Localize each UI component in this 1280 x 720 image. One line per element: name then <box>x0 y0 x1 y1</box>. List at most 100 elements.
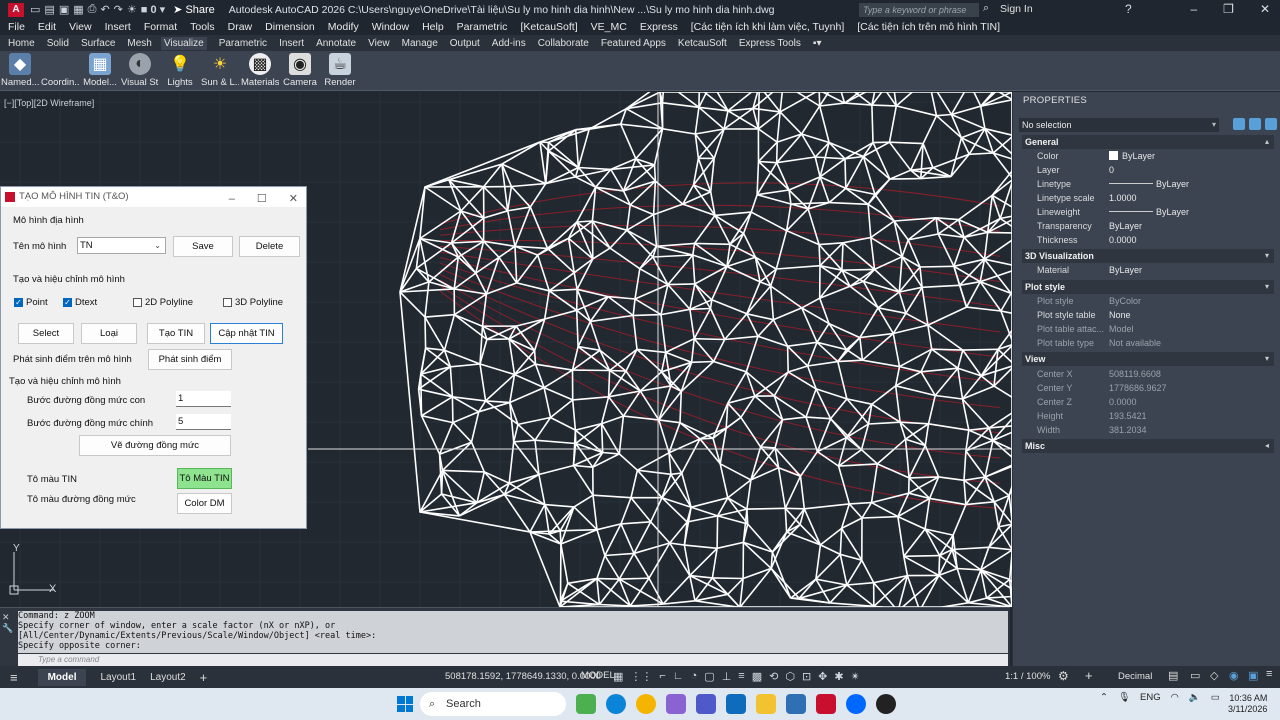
lineweight-icon[interactable]: ≡ <box>738 670 744 683</box>
tab-mesh[interactable]: Mesh <box>127 38 151 49</box>
prop-row[interactable]: Transparency ByLayer <box>1022 219 1274 233</box>
toggle-pickadd-icon[interactable] <box>1233 118 1245 130</box>
language-indicator[interactable]: ENG <box>1140 692 1161 703</box>
prop-row[interactable]: Plot table type Not available <box>1022 336 1274 350</box>
infer-icon[interactable]: ⌐ <box>659 670 665 683</box>
viewport-controls-label[interactable]: [−][Top][2D Wireframe] <box>4 98 94 108</box>
transparency-icon[interactable]: ▩ <box>752 670 762 683</box>
dynamic-ucs-icon[interactable]: ⊡ <box>802 670 811 683</box>
model-name-combo[interactable]: TN ⌄ <box>77 237 166 254</box>
wifi-icon[interactable]: ◠ <box>1171 692 1179 703</box>
undo-icon[interactable]: ↶ <box>100 3 109 16</box>
photos-icon[interactable] <box>666 694 686 714</box>
prop-row[interactable]: Plot style ByColor <box>1022 294 1274 308</box>
chevron-up-icon[interactable]: ⌃ <box>1100 692 1108 703</box>
prop-row[interactable]: Plot table attac... Model <box>1022 322 1274 336</box>
menu-item[interactable]: Help <box>422 21 444 33</box>
tab-ketcausoft[interactable]: KetcauSoft <box>678 38 727 49</box>
sun-button[interactable]: ☀ Sun & L... <box>200 51 240 91</box>
point-checkbox[interactable]: ✓ Point <box>14 297 48 308</box>
redo-icon[interactable]: ↷ <box>114 3 123 16</box>
save-icon[interactable]: ▣ <box>59 3 69 16</box>
isolate-objects-icon[interactable]: ◇ <box>1210 669 1218 682</box>
layer-dropdown[interactable]: ■ 0 ▾ <box>141 3 165 16</box>
section-view[interactable]: View ▾ <box>1022 352 1274 366</box>
render-button[interactable]: ☕ Render <box>320 51 360 91</box>
tab-addins[interactable]: Add-ins <box>492 38 526 49</box>
prop-row[interactable]: Lineweight ByLayer <box>1022 205 1274 219</box>
restore-icon[interactable]: ❐ <box>1223 2 1234 16</box>
section-3d-visualization[interactable]: 3D Visualization ▾ <box>1022 249 1274 263</box>
menu-item[interactable]: Modify <box>328 21 359 33</box>
search-icon[interactable]: ⌕ <box>983 2 989 15</box>
menu-item[interactable]: Draw <box>228 21 253 33</box>
tab-layout1[interactable]: Layout1 <box>100 672 136 683</box>
coordinates-button[interactable]: Coordin... <box>40 51 80 91</box>
autocad-taskbar-icon[interactable] <box>816 694 836 714</box>
tab-manage[interactable]: Manage <box>402 38 438 49</box>
ribbon-toggle-icon[interactable]: ▪▾ <box>813 38 822 49</box>
plus-icon[interactable]: + <box>1085 668 1093 683</box>
autocad-logo-icon[interactable]: A <box>8 2 24 17</box>
prop-row[interactable]: Color ByLayer <box>1022 149 1274 163</box>
tab-solid[interactable]: Solid <box>47 38 69 49</box>
menu-item[interactable]: Insert <box>105 21 131 33</box>
app-icon[interactable] <box>786 694 806 714</box>
microphone-icon[interactable]: 🎙 <box>1118 692 1130 703</box>
section-misc[interactable]: Misc ◂ <box>1022 439 1274 453</box>
tab-visualize[interactable]: Visualize <box>160 36 207 50</box>
quick-select-icon[interactable] <box>1265 118 1277 130</box>
menu-item[interactable]: Dimension <box>265 21 315 33</box>
3d-osnap-icon[interactable]: ⬡ <box>785 670 795 683</box>
delete-button[interactable]: Delete <box>239 236 300 257</box>
clean-screen-icon[interactable]: ▣ <box>1248 669 1258 682</box>
prop-row[interactable]: Center X 508119.6608 <box>1022 367 1274 381</box>
section-plot-style[interactable]: Plot style ▾ <box>1022 280 1274 294</box>
layer-bulb-icon[interactable]: ☀ <box>127 3 137 16</box>
ortho-icon[interactable]: ∟ <box>673 670 684 683</box>
tab-layout2[interactable]: Layout2 <box>150 672 186 683</box>
dialog-minimize-icon[interactable]: – <box>229 189 235 209</box>
osnap-icon[interactable]: ▢ <box>704 670 714 683</box>
menu-item[interactable]: [Các tiện ích trên mô hình TIN] <box>857 21 1000 33</box>
minor-interval-input[interactable]: 1 <box>176 391 231 407</box>
saveas-icon[interactable]: ▦ <box>73 3 83 16</box>
edge-icon[interactable] <box>606 694 626 714</box>
close-icon[interactable]: ✕ <box>1260 2 1270 16</box>
menu-item[interactable]: VE_MC <box>591 21 627 33</box>
selection-dropdown[interactable]: No selection ▾ <box>1019 118 1219 132</box>
3d-polyline-checkbox[interactable]: 3D Polyline <box>223 297 283 308</box>
workspace-gear-icon[interactable]: ⚙ <box>1058 669 1069 683</box>
tab-parametric[interactable]: Parametric <box>219 38 267 49</box>
battery-icon[interactable]: ▭ <box>1211 692 1220 703</box>
prop-row[interactable]: Center Z 0.0000 <box>1022 395 1274 409</box>
prop-row[interactable]: Linetype ByLayer <box>1022 177 1274 191</box>
model-viewports-button[interactable]: ▦ Model... <box>80 51 120 91</box>
new-icon[interactable]: ▭ <box>30 3 40 16</box>
hardware-acceleration-icon[interactable]: ◉ <box>1229 669 1239 682</box>
tab-surface[interactable]: Surface <box>81 38 115 49</box>
gizmo-icon[interactable]: ✥ <box>818 670 827 683</box>
help-icon[interactable]: ? <box>1125 2 1132 16</box>
model-space-button[interactable]: MODEL <box>581 670 615 681</box>
polar-icon[interactable]: ◔ <box>691 670 698 683</box>
tab-model[interactable]: Model <box>37 668 87 686</box>
prop-row[interactable]: Width 381.2034 <box>1022 423 1274 437</box>
menu-item[interactable]: File <box>8 21 25 33</box>
dialog-close-icon[interactable]: ✕ <box>289 189 298 209</box>
command-line-grip[interactable]: ✕ 🔧 <box>2 612 14 664</box>
prop-row[interactable]: Layer 0 <box>1022 163 1274 177</box>
cap-nhat-tin-button[interactable]: Cập nhật TIN <box>210 323 283 344</box>
select-button[interactable]: Select <box>18 323 74 344</box>
menu-item[interactable]: View <box>69 21 92 33</box>
otrack-icon[interactable]: ⊥ <box>722 670 732 683</box>
2d-polyline-checkbox[interactable]: 2D Polyline <box>133 297 193 308</box>
menu-item[interactable]: [KetcauSoft] <box>520 21 577 33</box>
lock-ui-icon[interactable]: ▭ <box>1190 669 1200 682</box>
tab-collaborate[interactable]: Collaborate <box>538 38 589 49</box>
annotation-visibility-icon[interactable]: ✱ <box>834 670 843 683</box>
cursor-coordinates[interactable]: 508178.1592, 1778649.1330, 0.0000 <box>445 671 601 682</box>
tab-output[interactable]: Output <box>450 38 480 49</box>
menu-item[interactable]: Express <box>640 21 678 33</box>
lights-button[interactable]: 💡 Lights <box>160 51 200 91</box>
